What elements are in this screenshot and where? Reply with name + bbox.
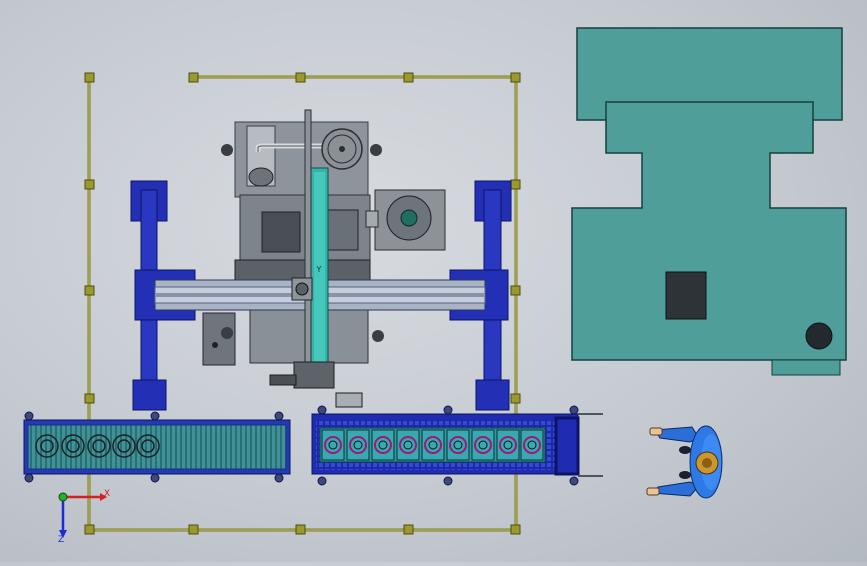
operator-figure-icon bbox=[646, 425, 723, 499]
layout-drawing: Y X Z bbox=[23, 27, 847, 545]
x-axis-label: X bbox=[104, 489, 110, 499]
z-axis-label: Z bbox=[58, 535, 64, 545]
teal-cabinet bbox=[571, 27, 847, 376]
coordinate-triad-icon: X Z bbox=[58, 489, 110, 545]
gantry-axis-label: Y bbox=[316, 265, 322, 274]
cad-viewport[interactable]: Y X Z bbox=[0, 0, 867, 562]
left-conveyor bbox=[23, 419, 291, 475]
right-conveyor-pallets bbox=[319, 427, 546, 463]
